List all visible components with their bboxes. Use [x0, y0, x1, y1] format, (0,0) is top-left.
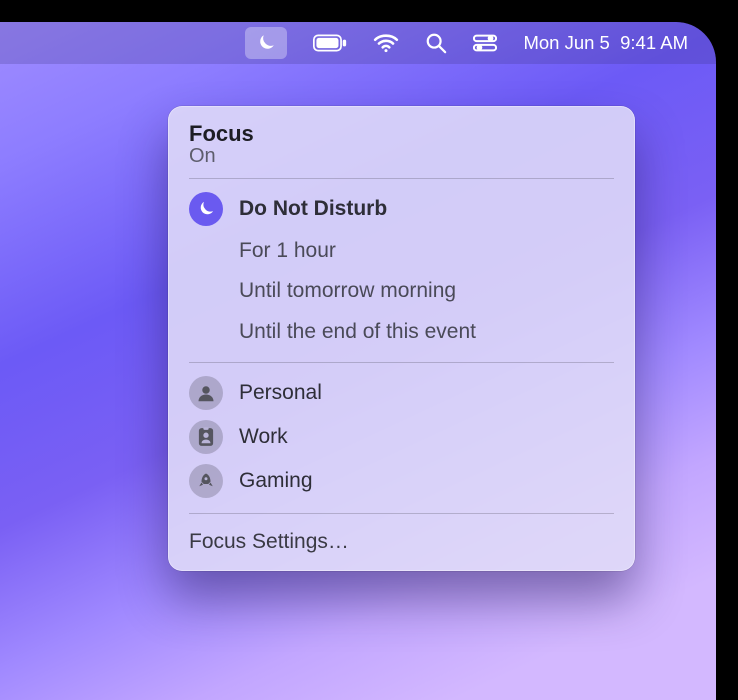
dnd-option-label: Until the end of this event	[239, 317, 476, 347]
moon-icon	[255, 32, 277, 54]
focus-mode-label: Personal	[239, 378, 322, 408]
search-icon	[425, 32, 447, 54]
wifi-icon	[373, 33, 399, 53]
focus-mode-gaming[interactable]: Gaming	[169, 459, 634, 503]
dnd-option-label: For 1 hour	[239, 236, 336, 266]
menubar-spotlight-button[interactable]	[425, 27, 447, 59]
separator	[189, 362, 614, 363]
focus-settings-link[interactable]: Focus Settings…	[169, 522, 634, 558]
menubar-battery-button[interactable]	[313, 27, 347, 59]
dnd-option-1-hour[interactable]: For 1 hour	[169, 231, 634, 271]
dnd-option-tomorrow-morning[interactable]: Until tomorrow morning	[169, 271, 634, 311]
device-bezel: Mon Jun 5 9:41 AM Focus On Do Not Distur…	[0, 0, 738, 700]
focus-mode-work[interactable]: Work	[169, 415, 634, 459]
separator	[189, 178, 614, 179]
settings-label: Focus Settings…	[189, 530, 349, 553]
person-icon	[189, 376, 223, 410]
clock-text: Mon Jun 5 9:41 AM	[523, 32, 688, 54]
panel-status: On	[189, 145, 614, 168]
moon-icon	[189, 192, 223, 226]
focus-mode-personal[interactable]: Personal	[169, 371, 634, 415]
menubar: Mon Jun 5 9:41 AM	[0, 22, 716, 64]
focus-mode-label: Work	[239, 422, 288, 452]
focus-dropdown-panel: Focus On Do Not Disturb For 1 hour Until…	[168, 106, 635, 571]
menubar-wifi-button[interactable]	[373, 27, 399, 59]
focus-mode-label: Gaming	[239, 466, 313, 496]
dnd-option-end-of-event[interactable]: Until the end of this event	[169, 312, 634, 352]
menubar-focus-button[interactable]	[245, 27, 287, 59]
panel-title: Focus	[189, 121, 614, 147]
menubar-control-center-button[interactable]	[473, 27, 497, 59]
dnd-option-label: Until tomorrow morning	[239, 276, 456, 306]
desktop-screen: Mon Jun 5 9:41 AM Focus On Do Not Distur…	[0, 22, 716, 700]
separator	[189, 513, 614, 514]
focus-mode-do-not-disturb[interactable]: Do Not Disturb	[169, 187, 634, 231]
dnd-label: Do Not Disturb	[239, 194, 387, 224]
rocket-icon	[189, 464, 223, 498]
battery-icon	[313, 34, 347, 52]
badge-id-icon	[189, 420, 223, 454]
menubar-clock[interactable]: Mon Jun 5 9:41 AM	[523, 27, 688, 59]
control-center-icon	[473, 34, 497, 52]
